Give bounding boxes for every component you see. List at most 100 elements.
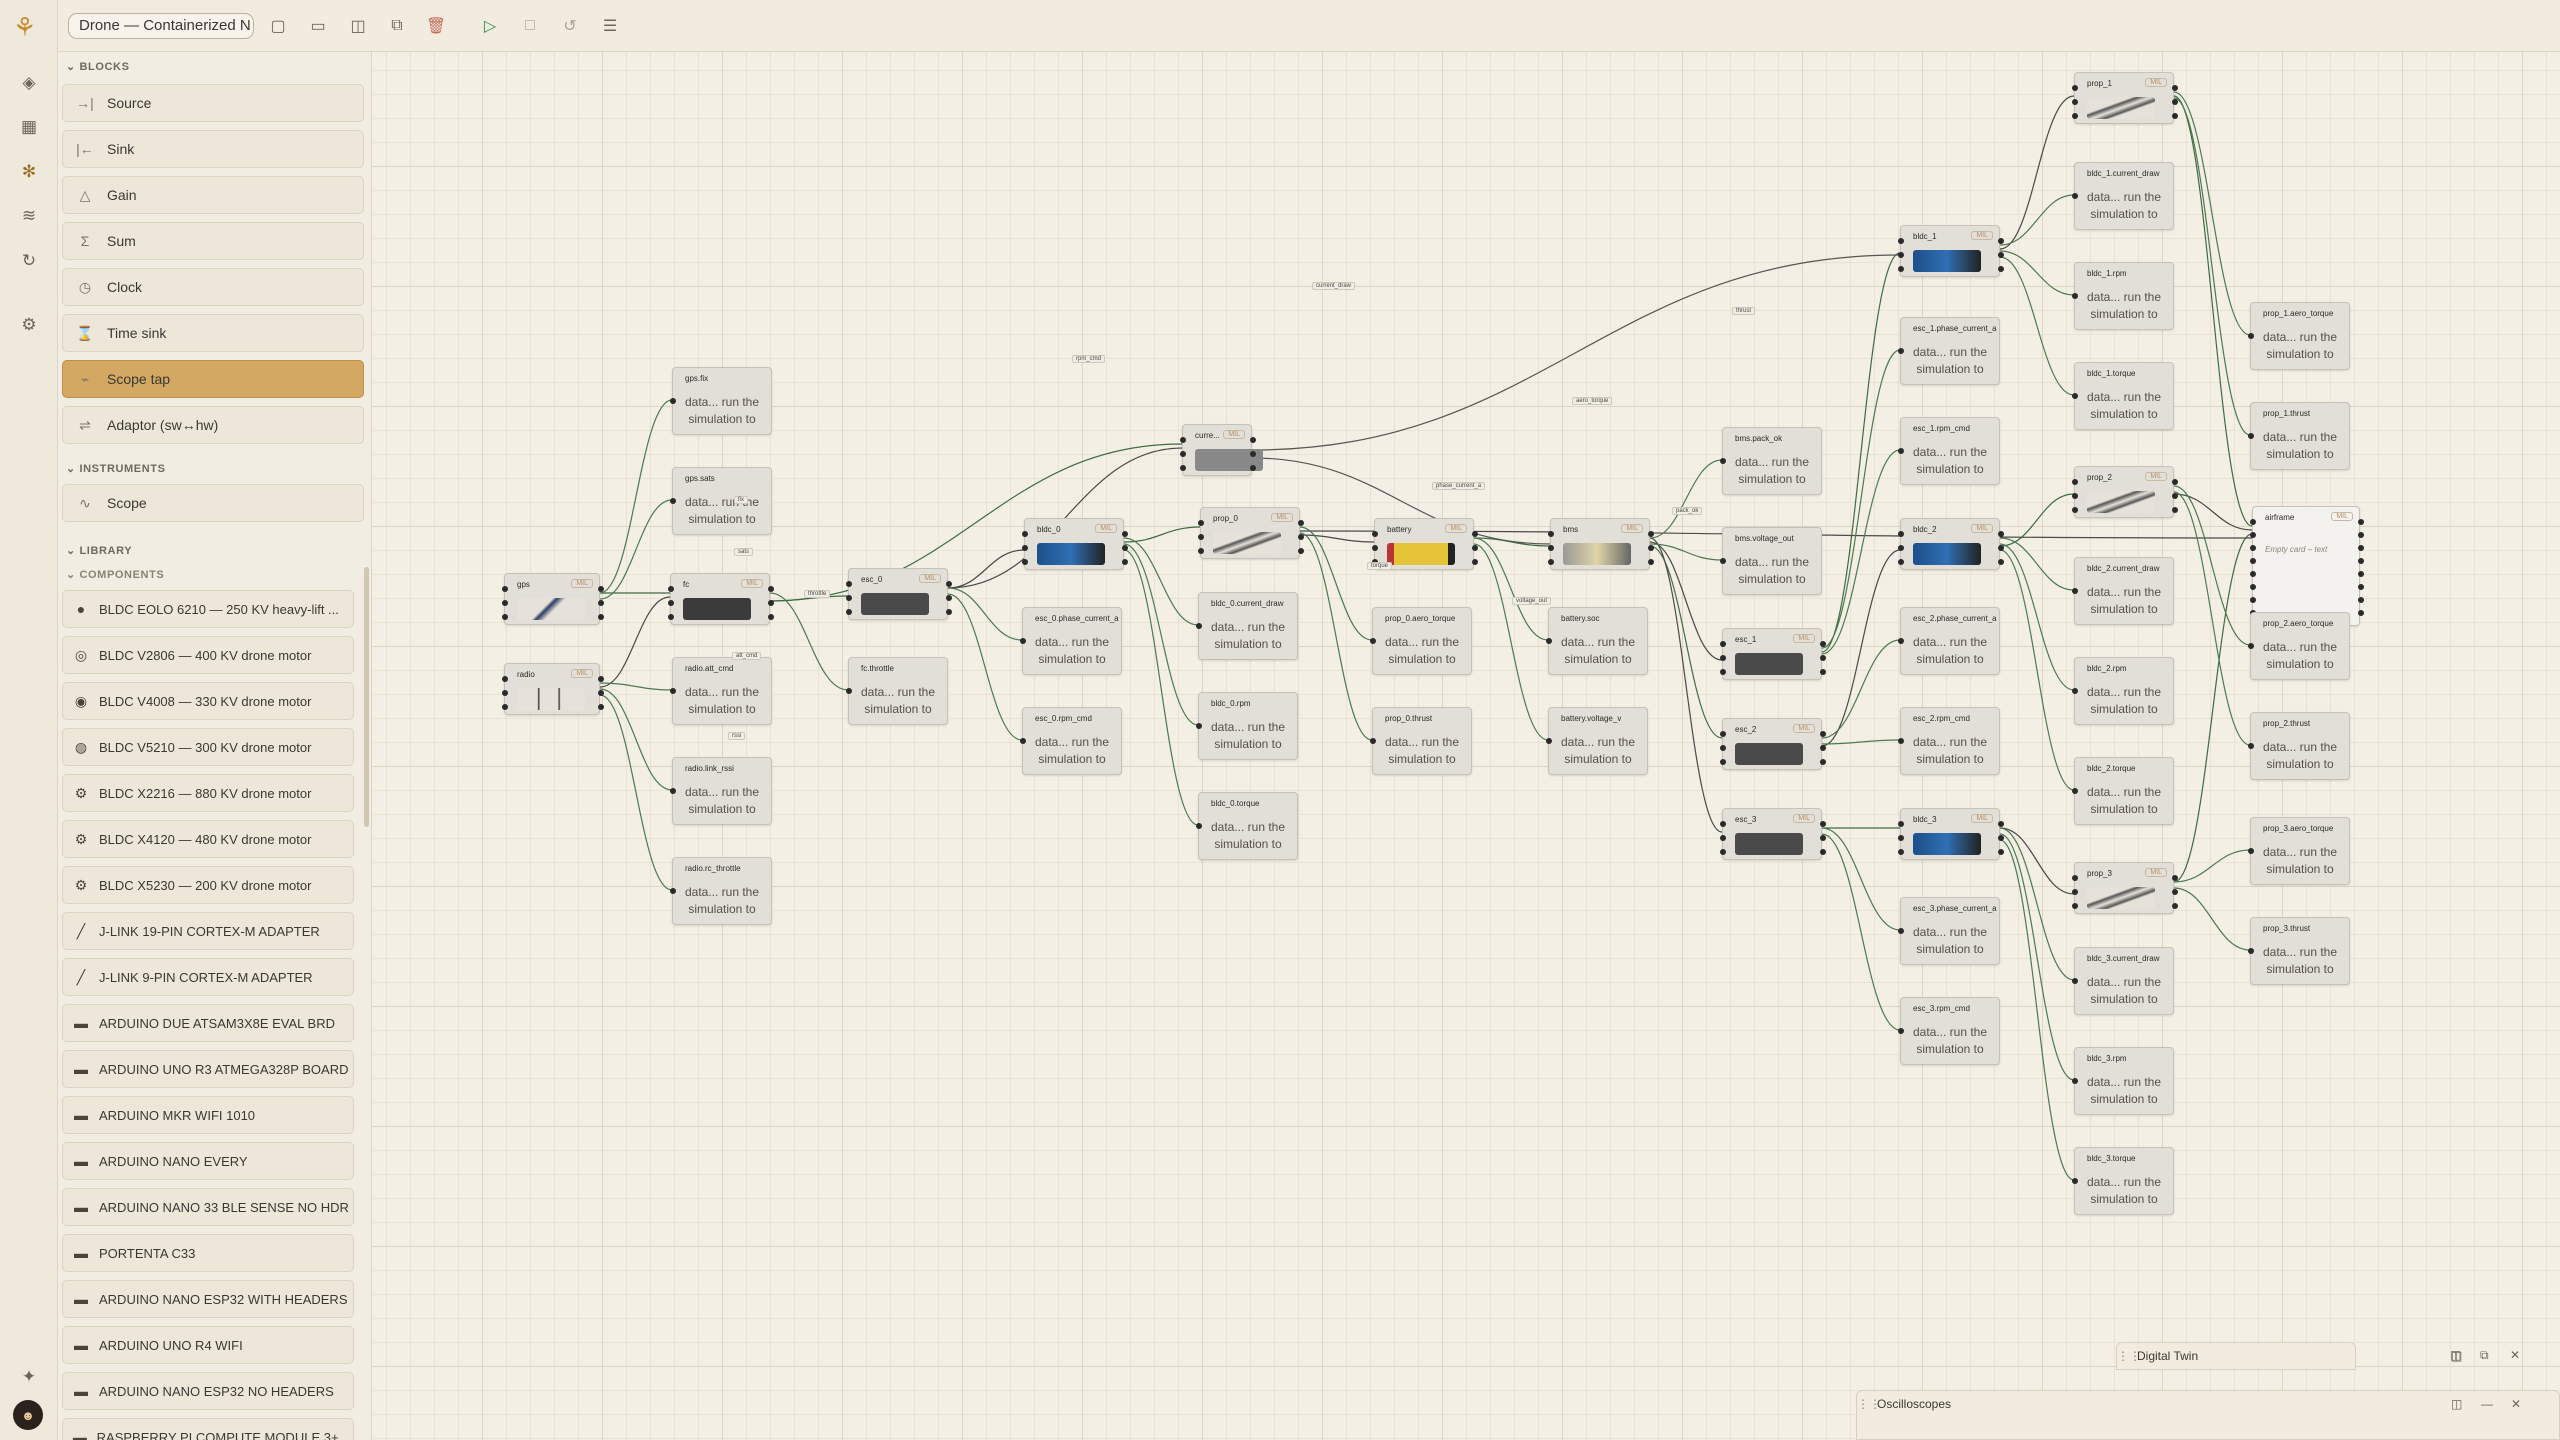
port[interactable] (1820, 745, 1826, 751)
port[interactable] (2072, 1178, 2078, 1184)
scope-node[interactable]: esc_3.rpm_cmd data... run the simulation … (1898, 997, 2000, 1065)
port[interactable] (598, 600, 604, 606)
avatar[interactable]: ☻ (13, 1400, 43, 1430)
component-item[interactable]: ▬ ARDUINO DUE ATSAM3X8E EVAL BRD (62, 1004, 354, 1042)
port[interactable] (502, 704, 508, 710)
port[interactable] (1998, 849, 2004, 855)
port[interactable] (2072, 393, 2078, 399)
port[interactable] (1820, 849, 1826, 855)
port[interactable] (598, 586, 604, 592)
wire[interactable] (1999, 194, 2075, 246)
port[interactable] (2248, 743, 2254, 749)
wire[interactable] (2173, 533, 2253, 883)
device-node-esc_3[interactable]: esc_3 MIL (1720, 808, 1826, 860)
wire[interactable] (947, 593, 1023, 741)
port[interactable] (1250, 437, 1256, 443)
component-item[interactable]: ▬ ARDUINO UNO R4 WIFI (62, 1326, 354, 1364)
port[interactable] (1998, 559, 2004, 565)
open-folder-icon[interactable]: ▭ (306, 14, 330, 38)
wire[interactable] (947, 549, 1025, 589)
scope-node[interactable]: prop_2.aero_torque data... run the simula… (2248, 612, 2350, 680)
port[interactable] (1720, 731, 1726, 737)
block-time-sink[interactable]: ⌛ Time sink (62, 314, 364, 352)
port[interactable] (1250, 465, 1256, 471)
close-icon[interactable]: ✕ (2511, 1397, 2521, 1411)
scope-node[interactable]: prop_3.aero_torque data... run the simula… (2248, 817, 2350, 885)
port[interactable] (2172, 99, 2178, 105)
settings-icon[interactable]: ⚙ (14, 310, 44, 340)
wire[interactable] (1821, 349, 1901, 649)
port[interactable] (1122, 545, 1128, 551)
scope-node[interactable]: bldc_2.torque data... run the simulation … (2072, 757, 2174, 825)
port[interactable] (1720, 558, 1726, 564)
port[interactable] (1198, 520, 1204, 526)
port[interactable] (2172, 903, 2178, 909)
scope-node[interactable]: bldc_1.rpm data... run the simulation to (2072, 262, 2174, 330)
port[interactable] (1372, 545, 1378, 551)
device-node-prop_2[interactable]: prop_2 MIL (2072, 466, 2178, 518)
port[interactable] (2072, 113, 2078, 119)
port[interactable] (2072, 978, 2078, 984)
port[interactable] (2358, 597, 2364, 603)
wire[interactable] (2173, 493, 2253, 531)
port[interactable] (1198, 534, 1204, 540)
wire[interactable] (1999, 493, 2075, 547)
port[interactable] (1898, 531, 1904, 537)
port[interactable] (1548, 559, 1554, 565)
component-item[interactable]: ▬ ARDUINO NANO ESP32 NO HEADERS (62, 1372, 354, 1410)
port[interactable] (2358, 558, 2364, 564)
scope-node[interactable]: bms.voltage_out data... run the simulatio… (1720, 527, 1822, 595)
port[interactable] (1898, 849, 1904, 855)
port[interactable] (502, 676, 508, 682)
port[interactable] (1022, 559, 1028, 565)
port[interactable] (2072, 293, 2078, 299)
sparkle-icon[interactable]: ✦ (14, 1362, 44, 1392)
port[interactable] (1022, 531, 1028, 537)
scope-node[interactable]: esc_0.rpm_cmd data... run the simulation … (1020, 707, 1122, 775)
scope-node[interactable]: radio.rc_throttle data... run the simulat… (670, 857, 772, 925)
port[interactable] (1998, 835, 2004, 841)
scope-node[interactable]: prop_0.thrust data... run the simulation … (1370, 707, 1472, 775)
port[interactable] (1720, 759, 1726, 765)
wire[interactable] (1821, 549, 1901, 747)
scope-node[interactable]: bldc_0.current_draw data... run the simul… (1196, 592, 1298, 660)
wire[interactable] (1999, 250, 2075, 296)
port[interactable] (1546, 638, 1552, 644)
device-node-esc_0[interactable]: esc_0 MIL (846, 568, 952, 620)
port[interactable] (1020, 638, 1026, 644)
port[interactable] (1720, 835, 1726, 841)
wire[interactable] (1821, 252, 1901, 653)
scope-node[interactable]: gps.sats data... run the simulation to (670, 467, 772, 535)
port[interactable] (1180, 465, 1186, 471)
port[interactable] (2072, 688, 2078, 694)
port[interactable] (1898, 1028, 1904, 1034)
device-node-bldc_1[interactable]: bldc_1 MIL (1898, 225, 2004, 277)
wire[interactable] (1299, 534, 1375, 543)
wire[interactable] (1999, 833, 2075, 1081)
scope-node[interactable]: esc_0.phase_current_a data... run the sim… (1020, 607, 1122, 675)
port[interactable] (1898, 252, 1904, 258)
port[interactable] (768, 586, 774, 592)
scope-node[interactable]: prop_2.thrust data... run the simulation … (2248, 712, 2350, 780)
port[interactable] (1648, 531, 1654, 537)
port[interactable] (1898, 238, 1904, 244)
port[interactable] (768, 614, 774, 620)
wire[interactable] (1999, 549, 2075, 791)
oscilloscopes-panel[interactable]: ⋮⋮ Oscilloscopes ◫ — ✕ (1856, 1390, 2560, 1440)
port[interactable] (1820, 835, 1826, 841)
port[interactable] (1820, 821, 1826, 827)
component-item[interactable]: ▬ ARDUINO MKR WIFI 1010 (62, 1096, 354, 1134)
port[interactable] (1998, 252, 2004, 258)
port[interactable] (2172, 479, 2178, 485)
port[interactable] (1020, 738, 1026, 744)
port[interactable] (1370, 738, 1376, 744)
port[interactable] (2172, 889, 2178, 895)
port[interactable] (2358, 532, 2364, 538)
block-sink[interactable]: |← Sink (62, 130, 364, 168)
port[interactable] (1720, 669, 1726, 675)
scope-node[interactable]: bldc_2.rpm data... run the simulation to (2072, 657, 2174, 725)
port[interactable] (2072, 1078, 2078, 1084)
port[interactable] (1648, 559, 1654, 565)
port[interactable] (598, 704, 604, 710)
component-item[interactable]: ▬ PORTENTA C33 (62, 1234, 354, 1272)
